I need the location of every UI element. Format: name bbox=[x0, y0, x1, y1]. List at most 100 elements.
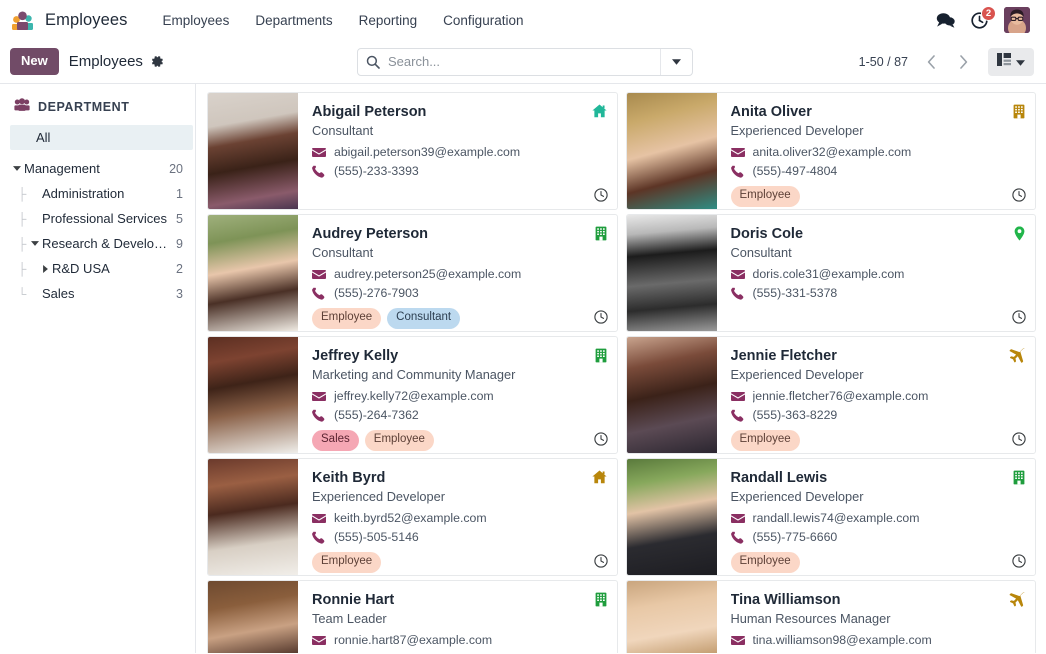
employee-card[interactable]: Jeffrey KellyMarketing and Community Man… bbox=[207, 336, 618, 454]
sidebar-item-label: Administration bbox=[42, 186, 170, 201]
clock-icon[interactable] bbox=[594, 310, 608, 324]
employee-tag[interactable]: Employee bbox=[731, 552, 800, 573]
employee-phone-row[interactable]: (555)-233-3393 bbox=[312, 162, 607, 181]
employee-photo bbox=[627, 459, 717, 575]
sidebar-item-management[interactable]: Management20 bbox=[0, 156, 195, 181]
employee-email-row[interactable]: randall.lewis74@example.com bbox=[731, 509, 1026, 528]
tree-caret-icon[interactable] bbox=[38, 265, 52, 273]
chat-bubble-icon[interactable] bbox=[936, 12, 955, 28]
employee-tag-list: Employee Consultant bbox=[312, 308, 607, 329]
sidebar-item-sales[interactable]: └Sales3 bbox=[0, 281, 195, 306]
employee-tag[interactable]: Employee bbox=[731, 186, 800, 207]
employee-email-row[interactable]: doris.cole31@example.com bbox=[731, 265, 1026, 284]
envelope-icon bbox=[731, 635, 745, 646]
employee-phone-row[interactable]: (555)-264-7362 bbox=[312, 406, 607, 425]
clock-icon[interactable] bbox=[594, 432, 608, 446]
sidebar-item-administration[interactable]: ├Administration1 bbox=[0, 181, 195, 206]
employee-card[interactable]: Anita OliverExperienced Developeranita.o… bbox=[626, 92, 1037, 210]
control-panel-right: 1-50 / 87 bbox=[859, 48, 1034, 76]
pager-previous-button[interactable] bbox=[916, 48, 946, 76]
employee-email-row[interactable]: jeffrey.kelly72@example.com bbox=[312, 387, 607, 406]
employee-email-row[interactable]: ronnie.hart87@example.com bbox=[312, 631, 607, 650]
clock-icon[interactable] bbox=[594, 188, 608, 202]
employee-phone: (555)-505-5146 bbox=[334, 528, 419, 547]
menu-item-employees[interactable]: Employees bbox=[150, 7, 243, 34]
employee-photo bbox=[208, 581, 298, 653]
employee-job-title: Experienced Developer bbox=[731, 489, 1026, 504]
gear-icon[interactable] bbox=[151, 55, 164, 68]
employee-card[interactable]: Doris ColeConsultantdoris.cole31@example… bbox=[626, 214, 1037, 332]
employee-email-row[interactable]: keith.byrd52@example.com bbox=[312, 509, 607, 528]
employee-phone-row[interactable]: (555)-497-4804 bbox=[731, 162, 1026, 181]
employee-phone-row[interactable]: (555)-505-5146 bbox=[312, 528, 607, 547]
clock-icon[interactable] bbox=[594, 554, 608, 568]
clock-activity-icon[interactable]: 2 bbox=[971, 12, 988, 29]
sidebar-item-count: 2 bbox=[170, 262, 183, 276]
employee-card[interactable]: Audrey Peterson Consultant audrey.peterson… bbox=[207, 214, 618, 332]
clock-icon[interactable] bbox=[1012, 310, 1026, 324]
search-input[interactable] bbox=[388, 49, 660, 75]
menu-item-departments[interactable]: Departments bbox=[242, 7, 345, 34]
menu-item-configuration[interactable]: Configuration bbox=[430, 7, 536, 34]
employee-tag-list: Employee bbox=[731, 430, 1026, 451]
sidebar-title: DEPARTMENT bbox=[38, 100, 129, 114]
tree-caret-icon[interactable] bbox=[28, 241, 42, 246]
employee-card[interactable]: Jennie FletcherExperienced Developerjenn… bbox=[626, 336, 1037, 454]
people-group-icon bbox=[10, 9, 36, 31]
department-tree: All Management20├Administration1├Professi… bbox=[0, 125, 195, 306]
building-icon bbox=[595, 226, 607, 241]
employee-tag[interactable]: Employee bbox=[312, 552, 381, 573]
employee-phone-row[interactable]: (555)-276-7903 bbox=[312, 284, 607, 303]
pager-next-button[interactable] bbox=[948, 48, 978, 76]
menu-item-reporting[interactable]: Reporting bbox=[346, 7, 431, 34]
employee-name: Ronnie Hart bbox=[312, 591, 607, 609]
employee-email-row[interactable]: jennie.fletcher76@example.com bbox=[731, 387, 1026, 406]
employee-job-title: Marketing and Community Manager bbox=[312, 367, 607, 382]
tree-caret-icon[interactable] bbox=[10, 166, 24, 171]
employee-card[interactable]: Tina WilliamsonHuman Resources Managerti… bbox=[626, 580, 1037, 653]
view-switcher[interactable] bbox=[988, 48, 1034, 76]
search-dropdown-toggle[interactable] bbox=[660, 49, 692, 75]
sidebar-item-label: Research & Develop... bbox=[42, 236, 170, 251]
employee-photo bbox=[627, 93, 717, 209]
employee-card-body: Jeffrey KellyMarketing and Community Man… bbox=[298, 337, 617, 453]
employee-card[interactable]: Ronnie HartTeam Leaderronnie.hart87@exam… bbox=[207, 580, 618, 653]
clock-icon[interactable] bbox=[1012, 188, 1026, 202]
employee-kanban: Abigail PetersonConsultantabigail.peters… bbox=[196, 84, 1046, 653]
control-panel: New Employees 1-50 / 87 bbox=[0, 40, 1046, 84]
employee-email-row[interactable]: tina.williamson98@example.com bbox=[731, 631, 1026, 650]
navbar-systray: 2 bbox=[936, 7, 1034, 33]
search-bar[interactable] bbox=[357, 48, 693, 76]
new-button[interactable]: New bbox=[10, 48, 59, 74]
employee-tag[interactable]: Employee bbox=[365, 430, 434, 451]
employee-tag[interactable]: Employee bbox=[312, 308, 381, 329]
employee-phone-row[interactable]: (555)-775-6660 bbox=[731, 528, 1026, 547]
employee-tag[interactable]: Sales bbox=[312, 430, 359, 451]
clock-icon[interactable] bbox=[1012, 432, 1026, 446]
employee-phone: (555)-331-5378 bbox=[753, 284, 838, 303]
sidebar-item-professional-services[interactable]: ├Professional Services5 bbox=[0, 206, 195, 231]
sidebar-item-all[interactable]: All bbox=[10, 125, 193, 150]
employee-phone: (555)-264-7362 bbox=[334, 406, 419, 425]
sidebar-item-label: Sales bbox=[42, 286, 170, 301]
sidebar-item-research-develop[interactable]: ├Research & Develop...9 bbox=[0, 231, 195, 256]
app-brand[interactable]: Employees bbox=[10, 9, 128, 31]
employee-tag[interactable]: Consultant bbox=[387, 308, 460, 329]
building-icon bbox=[1013, 470, 1025, 485]
employee-email-row[interactable]: abigail.peterson39@example.com bbox=[312, 143, 607, 162]
employee-name: Doris Cole bbox=[731, 225, 1026, 243]
phone-icon bbox=[731, 165, 745, 178]
employee-card[interactable]: Abigail PetersonConsultantabigail.peters… bbox=[207, 92, 618, 210]
employee-phone-row[interactable]: (555)-331-5378 bbox=[731, 284, 1026, 303]
employee-name: Audrey Peterson bbox=[312, 225, 607, 243]
employee-phone-row[interactable]: (555)-363-8229 bbox=[731, 406, 1026, 425]
clock-icon[interactable] bbox=[1012, 554, 1026, 568]
employee-email-row[interactable]: audrey.peterson25@example.com bbox=[312, 265, 607, 284]
employee-card[interactable]: Keith ByrdExperienced Developerkeith.byr… bbox=[207, 458, 618, 576]
sidebar-item-r-d-usa[interactable]: ├R&D USA2 bbox=[0, 256, 195, 281]
employee-card[interactable]: Randall LewisExperienced Developerrandal… bbox=[626, 458, 1037, 576]
employee-email-row[interactable]: anita.oliver32@example.com bbox=[731, 143, 1026, 162]
employee-tag[interactable]: Employee bbox=[731, 430, 800, 451]
user-avatar-icon[interactable] bbox=[1004, 7, 1030, 33]
envelope-icon bbox=[312, 635, 326, 646]
